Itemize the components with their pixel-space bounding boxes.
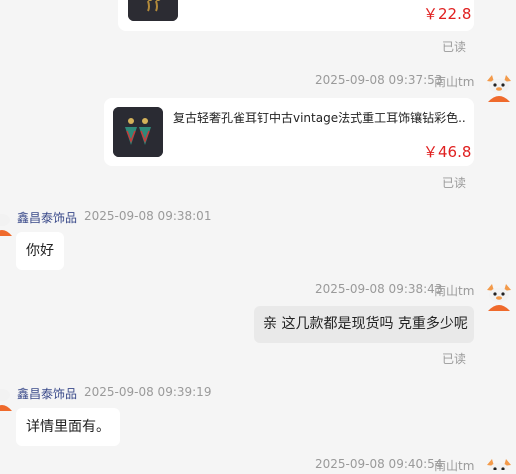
product-card[interactable]: 复古轻奢孔雀耳钉中古vintage法式重工耳饰镶钻彩色... ￥46.8 xyxy=(104,98,474,166)
sender-name: 鑫昌泰饰品 xyxy=(17,211,78,225)
message-bubble: 你好 xyxy=(16,232,64,270)
read-status: 已读 xyxy=(442,352,467,366)
message-bubble: 亲 这几款都是现货吗 克重多少呢 xyxy=(254,306,474,343)
seller-avatar[interactable] xyxy=(0,210,12,236)
product-price: ￥22.8 xyxy=(423,5,472,23)
product-thumbnail[interactable] xyxy=(113,107,163,157)
product-price: ￥46.8 xyxy=(423,143,472,161)
message-timestamp: 2025-09-08 09:37:53 xyxy=(315,73,443,87)
read-status: 已读 xyxy=(442,40,467,54)
seller-avatar[interactable] xyxy=(0,385,12,411)
message-timestamp: 2025-09-08 09:38:43 xyxy=(315,282,443,296)
message-timestamp: 2025-09-08 09:38:01 xyxy=(84,209,212,223)
message-timestamp: 2025-09-08 09:40:54 xyxy=(315,457,443,471)
cartoon-avatar-icon xyxy=(0,389,12,411)
cartoon-avatar-icon xyxy=(0,214,12,236)
cartoon-avatar-icon xyxy=(487,459,511,470)
user-avatar[interactable] xyxy=(484,456,514,470)
read-status: 已读 xyxy=(442,176,467,190)
product-card[interactable]: ￥22.8 xyxy=(118,0,474,31)
sender-name: 南山tm xyxy=(434,459,475,473)
cartoon-avatar-icon xyxy=(487,75,511,102)
product-thumbnail[interactable] xyxy=(128,0,178,21)
product-title: 复古轻奢孔雀耳钉中古vintage法式重工耳饰镶钻彩色... xyxy=(173,111,465,125)
sender-name: 南山tm xyxy=(434,75,475,89)
user-avatar[interactable] xyxy=(484,281,514,311)
sender-name: 南山tm xyxy=(434,284,475,298)
message-bubble: 详情里面有。 xyxy=(16,408,120,446)
cartoon-avatar-icon xyxy=(487,284,511,311)
message-timestamp: 2025-09-08 09:39:19 xyxy=(84,385,212,399)
sender-name: 鑫昌泰饰品 xyxy=(17,387,78,401)
user-avatar[interactable] xyxy=(484,72,514,102)
